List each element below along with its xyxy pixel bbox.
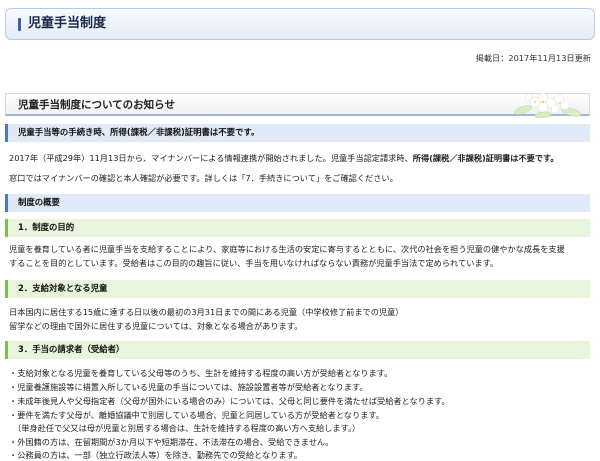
recipients-line-2: ・児童養護施設等に措置入所している児童の手当については、施設設置者等が受給者とな… xyxy=(9,382,368,392)
recipients-line-6: ・外国籍の方は、在留期間が3か月以下や短期滞在、不法滞在の場合、受給できません。 xyxy=(9,437,334,447)
overview-heading: 制度の概要 xyxy=(5,194,590,212)
purpose-line-2: することを目的としています。受給者はこの目的の趣旨に従い、手当を用いなければなら… xyxy=(9,258,499,268)
section-heading-recipients: 3．手当の請求者（受給者） xyxy=(5,341,590,359)
notice-heading-box: 児童手当制度についてのお知らせ xyxy=(5,92,590,118)
recipients-line-1: ・支給対象となる児童を養育している父母等のうち、生計を維持する程度の高い方が受給… xyxy=(9,368,393,378)
purpose-line-1: 児童を養育している者に児童手当を支給することにより、家庭等における生活の安定に寄… xyxy=(9,244,565,254)
posted-date: 掲載日：2017年11月13日更新 xyxy=(475,53,591,63)
flower-decoration-icon xyxy=(514,92,581,118)
mynumber-notice-heading: 児童手当等の手続き時、所得(課税／非課税)証明書は不要です。 xyxy=(5,124,590,142)
recipients-line-3: ・未成年後見人や父母指定者（父母が国外にいる場合のみ）については、父母と同じ要件… xyxy=(9,396,450,406)
recipients-line-5: （単身赴任で父又は母が児童と別居する場合は、生計を維持する程度の高い方へ支給しま… xyxy=(9,423,361,433)
section-heading-purpose: 1．制度の目的 xyxy=(5,219,590,237)
eligible-line-2: 留学などの理由で国外に居住する児童については、対象となる場合があります。 xyxy=(9,321,303,331)
notice-title: 児童手当制度についてのお知らせ xyxy=(18,99,175,111)
page-header: 児童手当制度 xyxy=(5,8,595,40)
recipients-line-7: ・公務員の方は、一部（独立行政法人等）を除き、勤務先での受給となります。 xyxy=(9,450,303,460)
mynumber-notice-line-1: 2017年（平成29年）11月13日から、マイナンバーによる情報連携が開始されま… xyxy=(9,153,559,163)
recipients-line-4: ・要件を満たす父母が、離婚協議中で別居している場合、児童と同居している方が受給者… xyxy=(9,410,384,420)
section-heading-eligible-children: 2．支給対象となる児童 xyxy=(5,280,590,298)
page-title: 児童手当制度 xyxy=(28,16,107,31)
mynumber-notice-line-2: 窓口ではマイナンバーの確認と本人確認が必要です。詳しくは「7．手続きについて」を… xyxy=(9,173,398,183)
header-accent-bar xyxy=(18,18,21,31)
eligible-line-1: 日本国内に居住する15歳に達する日以後の最初の3月31日までの間にある児童（中学… xyxy=(9,307,404,317)
